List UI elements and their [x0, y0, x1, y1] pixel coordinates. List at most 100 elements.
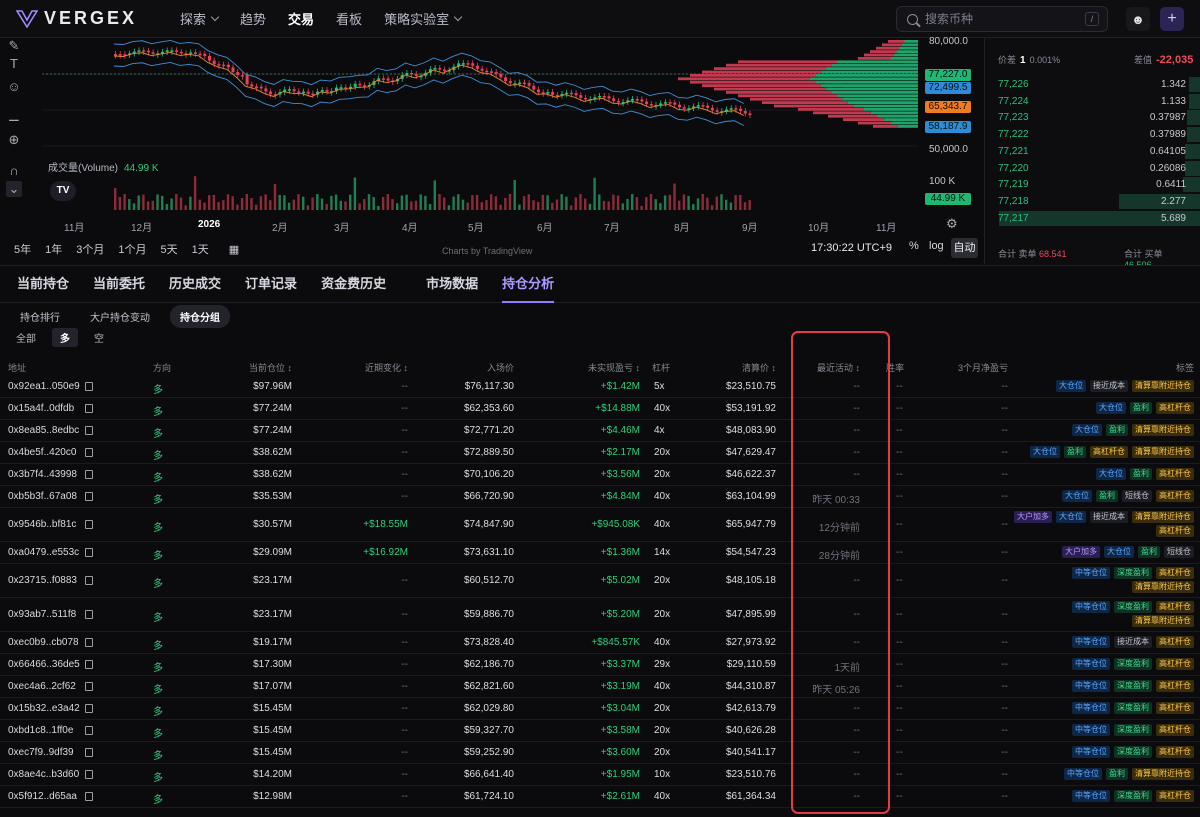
table-row[interactable]: 0xec4a6..2cf62 多 $17.07M -- $62,821.60 +$3.19… — [0, 676, 1200, 698]
holder-address[interactable]: 0x4be5f..420c0 — [8, 447, 76, 458]
holder-address[interactable]: 0x66466..36de5 — [8, 659, 80, 670]
copy-icon[interactable] — [85, 470, 93, 479]
range-button-3[interactable]: 1个月 — [118, 241, 146, 257]
column-header-0[interactable]: 地址 — [8, 361, 26, 374]
book-row[interactable]: 77,222 0.37989 — [986, 126, 1200, 143]
table-row[interactable]: 0x8ae4c..b3d60 多 $14.20M -- $66,641.40 +$1.95… — [0, 764, 1200, 786]
column-header-8[interactable]: 最近活动 ↕ — [817, 361, 860, 374]
copy-icon[interactable] — [85, 576, 93, 585]
copy-icon[interactable] — [85, 638, 93, 647]
holder-address[interactable]: 0x93ab7..511f8 — [8, 609, 76, 620]
table-row[interactable]: 0x4be5f..420c0 多 $38.62M -- $72,889.50 +$2.17… — [0, 442, 1200, 464]
tab-2[interactable]: 历史成交 — [169, 265, 221, 303]
holder-address[interactable]: 0x92ea1..050e9 — [8, 381, 80, 392]
user-button[interactable]: ☻ — [1126, 7, 1150, 31]
copy-icon[interactable] — [85, 610, 93, 619]
brand-logo[interactable]: VERGEX — [16, 8, 166, 29]
table-row[interactable]: 0xbd1c8..1ff0e 多 $15.45M -- $59,327.70 +$3.58… — [0, 720, 1200, 742]
holder-address[interactable]: 0x8ae4c..b3d60 — [8, 769, 79, 780]
table-row[interactable]: 0x92ea1..050e9 多 $97.96M -- $76,117.30 +$1.42… — [0, 376, 1200, 398]
table-row[interactable]: 0x9546b..bf81c 多 $30.57M +$18.55M $74,847.90… — [0, 508, 1200, 542]
search-box[interactable]: / — [896, 6, 1108, 32]
holder-address[interactable]: 0x9546b..bf81c — [8, 519, 76, 530]
holder-address[interactable]: 0xec0b9..cb078 — [8, 637, 79, 648]
text-icon[interactable]: T — [6, 56, 22, 72]
column-header-6[interactable]: 杠杆 — [652, 361, 670, 374]
book-row[interactable]: 77,226 1.342 — [986, 76, 1200, 93]
subtab-1[interactable]: 大户持仓变动 — [80, 305, 160, 328]
column-header-11[interactable]: 标签 — [1176, 361, 1194, 374]
menu-item-0[interactable]: 探索 — [180, 9, 220, 28]
menu-item-1[interactable]: 趋势 — [240, 9, 266, 28]
collapse-icon[interactable]: ⌄ — [6, 181, 22, 197]
table-row[interactable]: 0x15b32..e3a42 多 $15.45M -- $62,029.80 +$3.04… — [0, 698, 1200, 720]
percent-toggle[interactable]: % — [909, 240, 919, 252]
calendar-icon[interactable]: ▦ — [229, 243, 239, 256]
ruler-icon[interactable]: ⚊ — [6, 109, 22, 125]
book-row[interactable]: 77,223 0.37987 — [986, 109, 1200, 126]
menu-item-4[interactable]: 策略实验室 — [384, 9, 463, 28]
holder-address[interactable]: 0xb5b3f..67a08 — [8, 491, 77, 502]
tab-1[interactable]: 当前委托 — [93, 265, 145, 303]
direction-tab-1[interactable]: 多 — [52, 327, 78, 347]
range-button-5[interactable]: 1天 — [192, 241, 209, 257]
book-row[interactable]: 77,224 1.133 — [986, 93, 1200, 110]
holder-address[interactable]: 0x15b32..e3a42 — [8, 703, 80, 714]
tab-6[interactable]: 持仓分析 — [502, 265, 555, 303]
settings-icon[interactable]: ⚙ — [946, 216, 958, 232]
book-row[interactable]: 77,219 0.6411 — [986, 176, 1200, 193]
book-row[interactable]: 77,217 5.689 — [986, 210, 1200, 227]
table-row[interactable]: 0x23715..f0883 多 $23.17M -- $60,512.70 +$5.02… — [0, 564, 1200, 598]
menu-item-2[interactable]: 交易 — [288, 9, 314, 28]
direction-tab-2[interactable]: 空 — [86, 328, 112, 347]
price-chart[interactable]: ✎ T ☺ ⚊ ⊕ ∩ ⌄ 成交量(Volume) 44.99 K TV 11月 1… — [0, 36, 985, 264]
holder-address[interactable]: 0xec7f9..9df39 — [8, 747, 74, 758]
copy-icon[interactable] — [85, 748, 93, 757]
menu-item-3[interactable]: 看板 — [336, 9, 362, 28]
column-header-7[interactable]: 清算价 ↕ — [742, 361, 776, 374]
pencil-icon[interactable]: ✎ — [6, 38, 22, 54]
range-button-4[interactable]: 5天 — [161, 241, 178, 257]
copy-icon[interactable] — [85, 726, 93, 735]
table-row[interactable]: 0xb5b3f..67a08 多 $35.53M -- $66,720.90 +$4.84… — [0, 486, 1200, 508]
tradingview-logo[interactable]: TV — [50, 181, 76, 201]
holder-address[interactable]: 0xbd1c8..1ff0e — [8, 725, 73, 736]
search-input[interactable] — [925, 12, 1075, 26]
column-header-1[interactable]: 方向 — [153, 361, 171, 374]
copy-icon[interactable] — [85, 660, 93, 669]
table-row[interactable]: 0xec0b9..cb078 多 $19.17M -- $73,828.40 +$845.… — [0, 632, 1200, 654]
column-header-4[interactable]: 入场价 — [487, 361, 514, 374]
column-header-10[interactable]: 3个月净盈亏 — [958, 361, 1008, 374]
book-row[interactable]: 77,218 2.277 — [986, 193, 1200, 210]
table-row[interactable]: 0xec7f9..9df39 多 $15.45M -- $59,252.90 +$3.60… — [0, 742, 1200, 764]
table-row[interactable]: 0x93ab7..511f8 多 $23.17M -- $59,886.70 +$5.20… — [0, 598, 1200, 632]
range-button-0[interactable]: 5年 — [14, 241, 31, 257]
zoom-icon[interactable]: ⊕ — [6, 132, 22, 148]
subtab-2[interactable]: 持仓分组 — [170, 304, 230, 328]
range-button-1[interactable]: 1年 — [45, 241, 62, 257]
copy-icon[interactable] — [85, 704, 93, 713]
copy-icon[interactable] — [85, 448, 93, 457]
emoji-icon[interactable]: ☺ — [6, 79, 22, 95]
table-row[interactable]: 0x66466..36de5 多 $17.30M -- $62,186.70 +$3.37… — [0, 654, 1200, 676]
tab-4[interactable]: 资金费历史 — [321, 265, 386, 303]
book-row[interactable]: 77,220 0.26086 — [986, 160, 1200, 177]
direction-tab-0[interactable]: 全部 — [8, 328, 44, 347]
subtab-0[interactable]: 持仓排行 — [10, 305, 70, 328]
tab-0[interactable]: 当前持仓 — [17, 265, 69, 303]
holder-address[interactable]: 0x8ea85..8edbc — [8, 425, 79, 436]
chart-clock[interactable]: 17:30:22 UTC+9 — [811, 242, 892, 254]
copy-icon[interactable] — [85, 426, 93, 435]
copy-icon[interactable] — [85, 404, 93, 413]
range-button-2[interactable]: 3个月 — [76, 241, 104, 257]
copy-icon[interactable] — [85, 520, 93, 529]
holder-address[interactable]: 0xa0479..e553c — [8, 547, 79, 558]
magnet-icon[interactable]: ∩ — [6, 163, 22, 179]
table-row[interactable]: 0xa0479..e553c 多 $29.09M +$16.92M $73,631.10… — [0, 542, 1200, 564]
book-row[interactable]: 77,221 0.64105 — [986, 143, 1200, 160]
tab-5[interactable]: 市场数据 — [426, 265, 478, 303]
copy-icon[interactable] — [85, 792, 93, 801]
copy-icon[interactable] — [85, 548, 93, 557]
column-header-2[interactable]: 当前仓位 ↕ — [249, 361, 292, 374]
holder-address[interactable]: 0xec4a6..2cf62 — [8, 681, 76, 692]
